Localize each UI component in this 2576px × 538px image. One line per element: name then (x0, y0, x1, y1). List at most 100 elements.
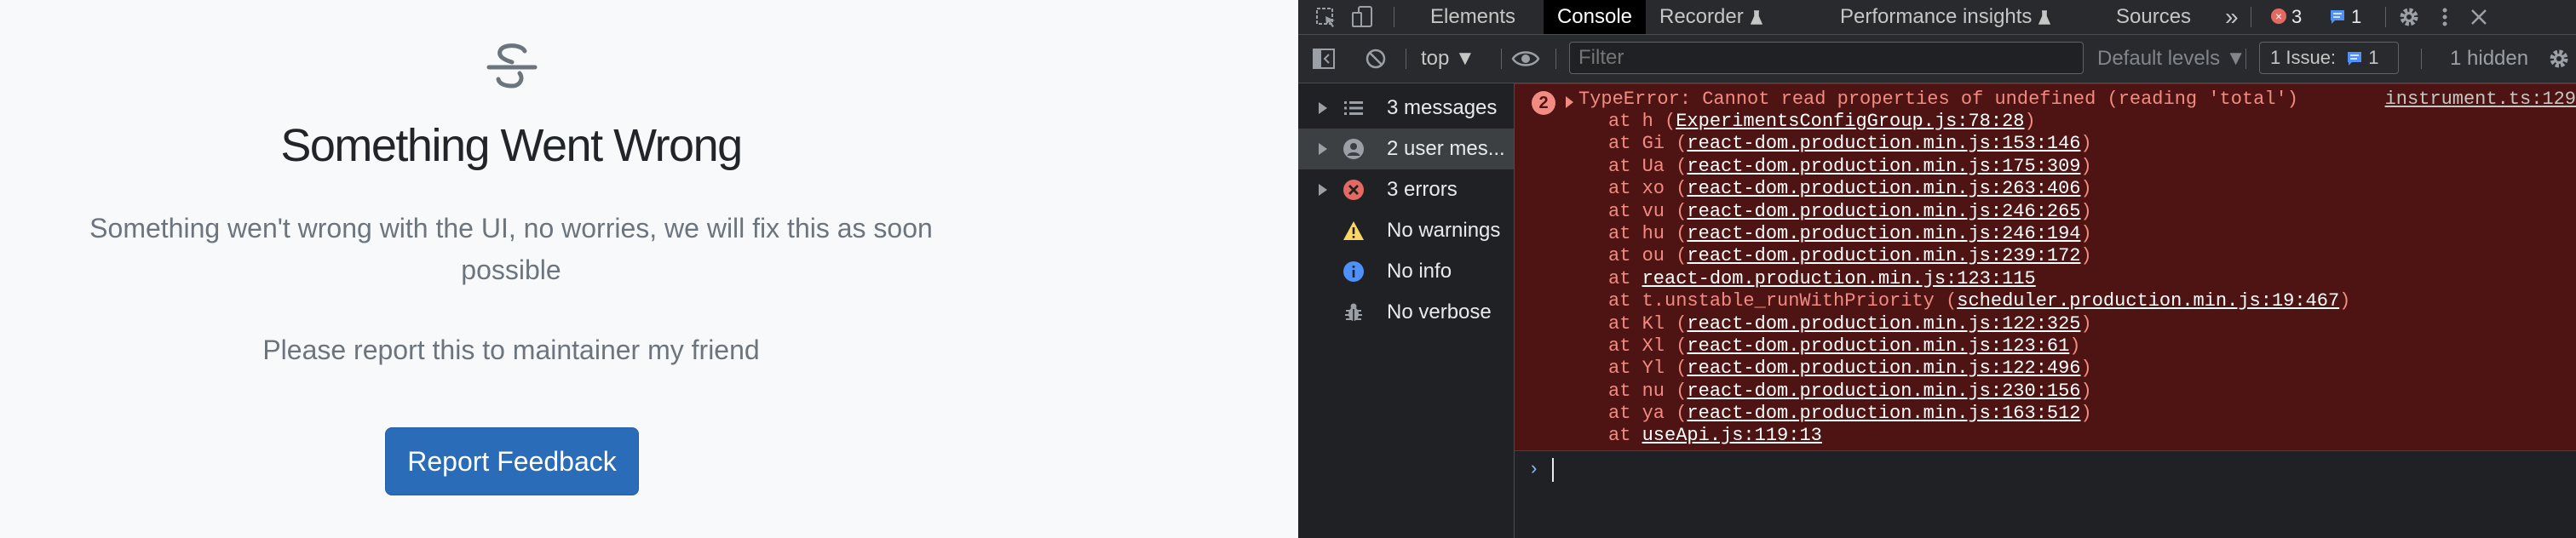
sidebar-item-info[interactable]: No info (1298, 251, 1514, 292)
console-sidebar: 3 messages 2 user mes... 3 errors No war… (1298, 83, 1515, 538)
console-settings-gear-icon[interactable] (2547, 47, 2571, 71)
eye-icon[interactable] (1511, 47, 1540, 71)
error-page: Something Went Wrong Something wen't wro… (0, 0, 1298, 538)
divider (1501, 49, 1502, 69)
expand-arrow-icon[interactable] (1319, 102, 1327, 114)
stack-frame-link[interactable]: react-dom.production.min.js:163:512 (1687, 403, 2080, 424)
clear-console-icon[interactable] (1365, 48, 1387, 70)
stack-frame: at useApi.js:119:13 (1608, 425, 2350, 447)
console-output: 2 TypeError: Cannot read properties of u… (1515, 83, 2576, 538)
sidebar-item-warnings[interactable]: No warnings (1298, 210, 1514, 251)
stack-frame-prefix: at Gi ( (1608, 133, 1688, 155)
tab-sources[interactable]: Sources (2116, 0, 2191, 34)
stack-frame-link[interactable]: ExperimentsConfigGroup.js:78:28 (1676, 111, 2024, 132)
stack-frame-prefix: at t.unstable_runWithPriority ( (1608, 290, 1958, 312)
stack-frame-suffix: ) (2080, 222, 2092, 244)
tab-recorder-label: Recorder (1659, 5, 1744, 28)
tab-elements[interactable]: Elements (1413, 0, 1532, 34)
error-message-row[interactable]: 2 TypeError: Cannot read properties of u… (1515, 83, 2576, 451)
hidden-count: 1 hidden (2450, 47, 2529, 70)
stack-frame-link[interactable]: react-dom.production.min.js:246:265 (1687, 201, 2080, 222)
stack-frame-link[interactable]: react-dom.production.min.js:246:194 (1687, 223, 2080, 244)
stack-frame-link[interactable]: react-dom.production.min.js:239:172 (1687, 245, 2080, 266)
sidebar-item-user-messages[interactable]: 2 user mes... (1298, 129, 1514, 169)
stack-frame-link[interactable]: react-dom.production.min.js:153:146 (1687, 133, 2080, 154)
stack-frame-prefix: at vu ( (1608, 200, 1688, 222)
user-icon (1343, 139, 1364, 159)
divider (2421, 49, 2422, 69)
stack-frame: at Ua (react-dom.production.min.js:175:3… (1608, 156, 2350, 178)
console-toolbar: top ▼ Default levels ▼ 1 Issue: 1 1 hidd… (1298, 35, 2576, 83)
bug-icon (1345, 303, 1362, 321)
console-input-caret[interactable] (1552, 458, 1554, 482)
info-icon (1343, 261, 1364, 282)
stack-frame-prefix: at Ua ( (1608, 155, 1688, 177)
sidebar-item-label: 3 errors (1387, 178, 1458, 201)
stack-frame: at vu (react-dom.production.min.js:246:2… (1608, 201, 2350, 223)
more-options-icon[interactable] (2436, 5, 2453, 29)
message-count: 1 (2351, 6, 2362, 27)
error-source-link[interactable]: instrument.ts:129 (2385, 89, 2576, 111)
more-tabs-button[interactable]: » (2225, 0, 2239, 34)
sidebar-item-messages[interactable]: 3 messages (1298, 88, 1514, 129)
expand-arrow-icon[interactable] (1319, 184, 1327, 196)
sidebar-item-verbose[interactable]: No verbose (1298, 292, 1514, 333)
device-toolbar-icon[interactable] (1351, 5, 1375, 29)
stack-frame-link[interactable]: scheduler.production.min.js:19:467 (1957, 290, 2339, 312)
error-x-icon: × (2271, 9, 2286, 24)
tab-recorder[interactable]: Recorder (1659, 0, 1762, 34)
devtools-panel: Elements Console Recorder Performance in… (1298, 0, 2576, 538)
stack-frame-link[interactable]: react-dom.production.min.js:230:156 (1687, 381, 2080, 402)
stack-frame-link[interactable]: react-dom.production.min.js:263:406 (1687, 178, 2080, 199)
stack-frame: at Yl (react-dom.production.min.js:122:4… (1608, 358, 2350, 380)
stack-frame-link[interactable]: react-dom.production.min.js:123:115 (1642, 268, 2036, 289)
stack-frame-suffix: ) (2024, 111, 2036, 132)
stack-frame-prefix: at Yl ( (1608, 358, 1688, 380)
stack-frame-suffix: ) (2080, 403, 2092, 425)
error-count-badge[interactable]: × 3 (2264, 2, 2317, 32)
issues-button[interactable]: 1 Issue: 1 (2259, 42, 2399, 74)
stack-frame: at nu (react-dom.production.min.js:230:1… (1608, 381, 2350, 403)
report-feedback-button[interactable]: Report Feedback (385, 427, 639, 495)
stack-frame-link[interactable]: react-dom.production.min.js:175:309 (1687, 156, 2080, 177)
message-count-badge[interactable]: 1 (2322, 2, 2375, 32)
stack-frame-link[interactable]: react-dom.production.min.js:123:61 (1687, 335, 2069, 357)
sidebar-item-label: No warnings (1387, 219, 1501, 242)
filter-input[interactable] (1569, 42, 2084, 74)
tab-console[interactable]: Console (1544, 0, 1646, 34)
stack-frame: at t.unstable_runWithPriority (scheduler… (1608, 290, 2350, 312)
log-levels-dropdown[interactable]: Default levels ▼ (2097, 35, 2246, 83)
sidebar-toggle-icon[interactable] (1312, 48, 1336, 70)
strikethrough-icon (486, 43, 538, 89)
close-icon[interactable] (2469, 7, 2489, 27)
expand-arrow-icon[interactable] (1319, 143, 1327, 155)
inspect-element-icon[interactable] (1315, 7, 1337, 29)
stack-frame: at Kl (react-dom.production.min.js:122:3… (1608, 313, 2350, 335)
sidebar-item-label: No info (1387, 260, 1452, 283)
experiment-flask-icon (2038, 9, 2051, 25)
sidebar-item-label: 3 messages (1387, 96, 1498, 119)
stack-frame-link[interactable]: react-dom.production.min.js:122:496 (1687, 358, 2080, 379)
issues-label: 1 Issue: (2270, 47, 2337, 68)
stack-frame-prefix: at ou ( (1608, 245, 1688, 267)
error-count: 3 (2291, 6, 2303, 27)
expand-arrow-icon[interactable] (1566, 96, 1573, 108)
stack-frame-prefix: at (1608, 267, 1642, 289)
stack-frame-link[interactable]: useApi.js:119:13 (1642, 425, 1822, 446)
page-title: Something Went Wrong (280, 120, 743, 171)
tab-performance-insights[interactable]: Performance insights (1840, 0, 2051, 34)
stack-frame-link[interactable]: react-dom.production.min.js:122:325 (1687, 313, 2080, 335)
sidebar-item-label: No verbose (1387, 300, 1492, 323)
stack-frame-prefix: at (1608, 425, 1642, 447)
stack-frame-suffix: ) (2080, 380, 2092, 402)
stack-frame-suffix: ) (2080, 178, 2092, 200)
message-icon (2331, 10, 2344, 24)
error-icon (1343, 180, 1364, 200)
context-selector[interactable]: top ▼ (1421, 35, 1475, 83)
sidebar-item-label: 2 user mes... (1387, 137, 1505, 160)
sidebar-item-errors[interactable]: 3 errors (1298, 169, 1514, 210)
stack-frame: at hu (react-dom.production.min.js:246:1… (1608, 223, 2350, 245)
gear-icon[interactable] (2397, 5, 2421, 29)
stack-frame-prefix: at ya ( (1608, 403, 1688, 425)
divider (2385, 7, 2386, 27)
